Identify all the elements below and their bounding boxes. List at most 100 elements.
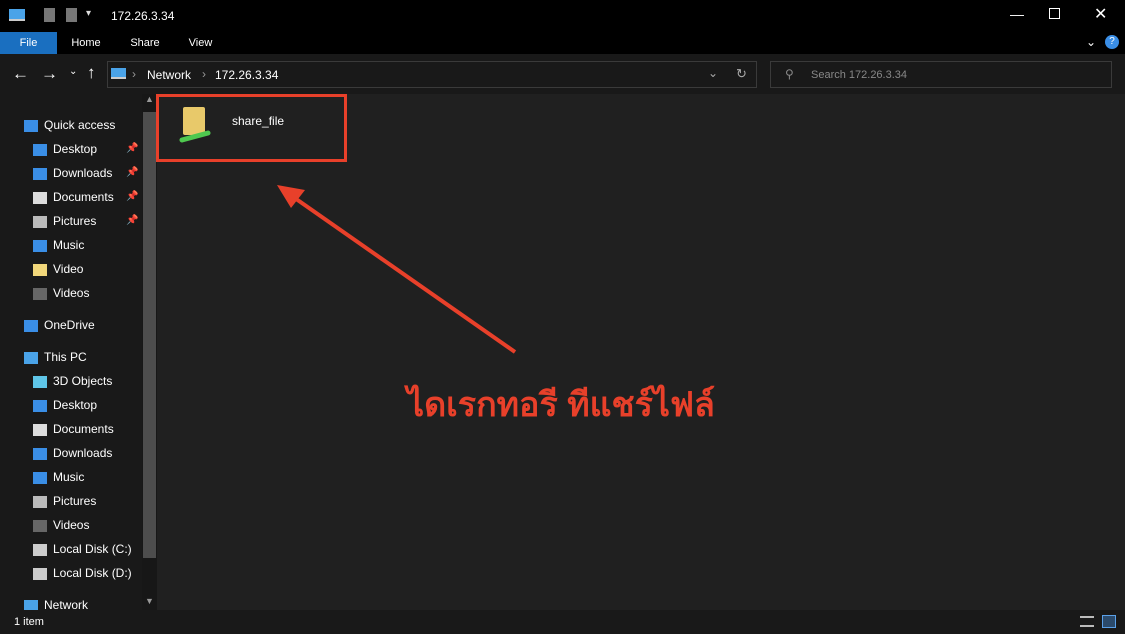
search-placeholder: Search 172.26.3.34	[811, 69, 908, 81]
sidebar-item-3d-objects[interactable]: 3D Objects	[33, 370, 112, 392]
sidebar-item-label: Pictures	[53, 494, 97, 508]
window-title: 172.26.3.34	[111, 9, 175, 23]
up-button[interactable]: ↑	[87, 63, 96, 83]
sidebar-item-videos[interactable]: Videos	[33, 514, 89, 536]
quick-access-dropdown-icon[interactable]: ▾	[86, 8, 91, 19]
pin-icon[interactable]: 📌	[126, 167, 138, 178]
properties-icon[interactable]	[44, 8, 55, 22]
sidebar-item-label: Documents	[53, 422, 114, 436]
sidebar-item-label: Desktop	[53, 398, 98, 412]
sidebar-item-label: OneDrive	[44, 318, 95, 332]
tab-share[interactable]: Share	[120, 32, 170, 54]
music-icon	[33, 239, 47, 252]
drive-icon	[33, 567, 47, 580]
scrollbar-thumb[interactable]	[143, 112, 156, 558]
sidebar-item-label: Music	[53, 238, 85, 252]
sidebar-item-label: Pictures	[53, 214, 97, 228]
navigation-pane: Quick access Desktop 📌 Downloads 📌 Documents 📌…	[0, 94, 142, 612]
pin-icon[interactable]: 📌	[126, 143, 138, 154]
pc-icon	[24, 351, 38, 364]
sidebar-item-label: Local Disk (C:)	[53, 542, 132, 556]
pictures-icon	[33, 495, 47, 508]
sidebar-item-label: Videos	[53, 286, 90, 300]
breadcrumb-network[interactable]: Network	[147, 68, 191, 82]
sidebar-item-documents[interactable]: Documents	[33, 418, 114, 440]
refresh-icon[interactable]: ↻	[736, 66, 747, 82]
download-icon	[33, 447, 47, 460]
title-bar: ▾ 172.26.3.34 — ✕	[0, 0, 1125, 32]
sidebar-item-pictures[interactable]: Pictures	[33, 210, 96, 232]
sidebar-item-music[interactable]: Music	[33, 234, 84, 256]
desktop-icon	[33, 143, 47, 156]
pin-icon[interactable]: 📌	[126, 215, 138, 226]
back-button[interactable]: ←	[12, 64, 29, 84]
document-icon	[33, 423, 47, 436]
pc-icon	[111, 68, 126, 79]
sidebar-item-music[interactable]: Music	[33, 466, 84, 488]
tab-view[interactable]: View	[178, 32, 223, 54]
sidebar-item-videos[interactable]: Videos	[33, 282, 89, 304]
help-icon[interactable]: ?	[1105, 35, 1119, 49]
search-icon: ⚲	[785, 67, 794, 81]
sidebar-item-label: Documents	[53, 190, 114, 204]
ribbon-tabs: File Home Share View ⌄ ?	[0, 32, 1125, 54]
address-bar[interactable]: › Network › 172.26.3.34 ⌄ ↻	[107, 61, 757, 88]
star-icon	[24, 119, 38, 132]
desktop-icon	[33, 399, 47, 412]
sidebar-item-label: Music	[53, 470, 85, 484]
close-button[interactable]: ✕	[1094, 4, 1107, 24]
sidebar-item-desktop[interactable]: Desktop	[33, 394, 97, 416]
maximize-button[interactable]	[1049, 8, 1060, 19]
folder-icon	[33, 263, 47, 276]
status-bar: 1 item	[0, 610, 1125, 634]
sidebar-item-onedrive[interactable]: OneDrive	[24, 314, 95, 336]
sidebar-item-label: Local Disk (D:)	[53, 566, 132, 580]
sidebar-item-local-disk-d[interactable]: Local Disk (D:)	[33, 562, 132, 584]
chevron-right-icon: ›	[132, 67, 136, 81]
sidebar-item-label: Desktop	[53, 142, 98, 156]
pc-icon	[9, 9, 25, 21]
download-icon	[33, 167, 47, 180]
sidebar-item-label: Quick access	[44, 118, 116, 132]
sidebar-item-downloads[interactable]: Downloads	[33, 162, 112, 184]
recent-locations-icon[interactable]: ⌄	[69, 66, 77, 77]
videos-icon	[33, 287, 47, 300]
sidebar-item-desktop[interactable]: Desktop	[33, 138, 97, 160]
address-dropdown-icon[interactable]: ⌄	[708, 66, 718, 80]
tab-home[interactable]: Home	[60, 32, 112, 54]
pin-icon[interactable]: 📌	[126, 191, 138, 202]
sidebar-item-label: Downloads	[53, 446, 113, 460]
sidebar-item-video[interactable]: Video	[33, 258, 83, 280]
file-list: share_file ไดเรกทอรี ทีแชร์ไฟล์	[156, 94, 1125, 610]
sidebar-item-label: Videos	[53, 518, 90, 532]
cloud-icon	[24, 319, 38, 332]
breadcrumb-ip[interactable]: 172.26.3.34	[215, 68, 278, 82]
music-icon	[33, 471, 47, 484]
sidebar-item-pictures[interactable]: Pictures	[33, 490, 96, 512]
forward-button[interactable]: →	[41, 64, 58, 84]
annotation-text: ไดเรกทอรี ทีแชร์ไฟล์	[407, 386, 715, 424]
item-count: 1 item	[14, 616, 44, 628]
annotation-arrow	[277, 185, 517, 354]
new-folder-icon[interactable]	[66, 8, 77, 22]
tab-file[interactable]: File	[0, 32, 57, 54]
document-icon	[33, 191, 47, 204]
search-input[interactable]: ⚲ Search 172.26.3.34	[770, 61, 1112, 88]
sidebar-item-label: Video	[53, 262, 84, 276]
sidebar-item-local-disk-c[interactable]: Local Disk (C:)	[33, 538, 132, 560]
sidebar-item-documents[interactable]: Documents	[33, 186, 114, 208]
details-view-icon[interactable]	[1080, 616, 1094, 627]
expand-ribbon-icon[interactable]: ⌄	[1086, 35, 1096, 49]
sidebar-item-downloads[interactable]: Downloads	[33, 442, 112, 464]
pictures-icon	[33, 215, 47, 228]
videos-icon	[33, 519, 47, 532]
chevron-right-icon: ›	[202, 67, 206, 81]
sidebar-item-label: This PC	[44, 350, 87, 364]
large-icons-view-icon[interactable]	[1102, 615, 1116, 628]
sidebar-item-this-pc[interactable]: This PC	[24, 346, 87, 368]
sidebar-item-quick-access[interactable]: Quick access	[24, 114, 115, 136]
drive-icon	[33, 543, 47, 556]
sidebar-item-label: Downloads	[53, 166, 113, 180]
cube-icon	[33, 375, 47, 388]
minimize-button[interactable]: —	[1010, 6, 1024, 22]
